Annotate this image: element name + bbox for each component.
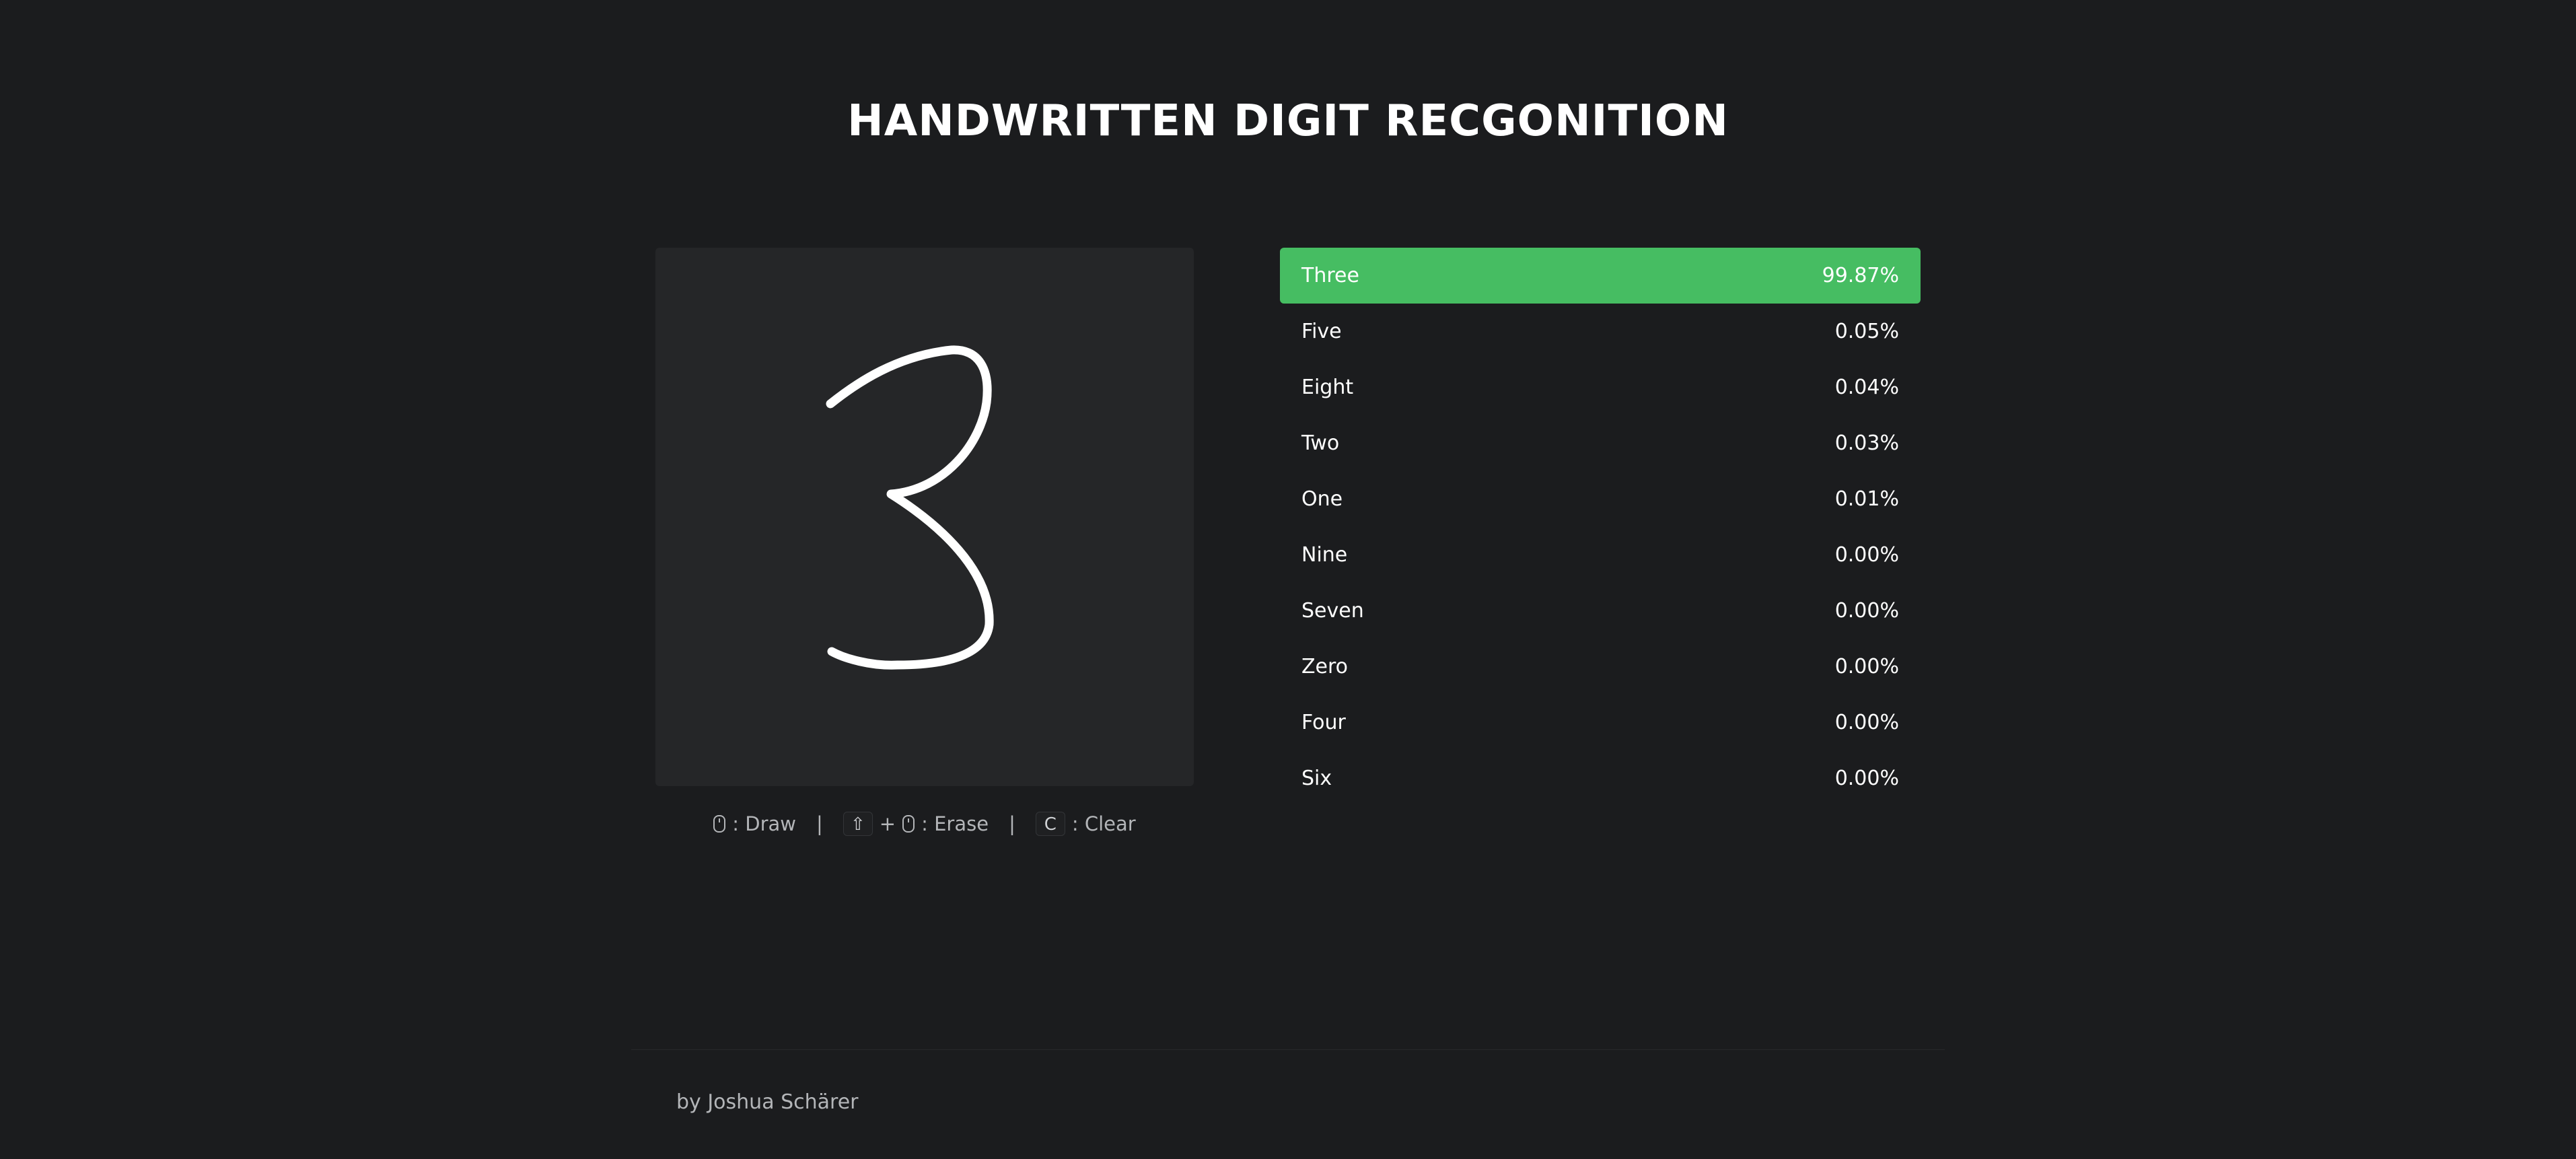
footer-author: by Joshua Schärer [676,1090,859,1114]
prediction-value: 0.04% [1834,376,1899,399]
prediction-label: One [1301,487,1343,511]
clear-hint: : Clear [1071,812,1136,835]
clear-key: C [1035,812,1065,836]
prediction-label: Nine [1301,543,1348,567]
prediction-label: Eight [1301,376,1354,399]
prediction-label: Four [1301,711,1346,734]
prediction-row: Nine 0.00% [1280,527,1921,583]
prediction-value: 99.87% [1822,264,1899,287]
separator: | [1009,812,1015,835]
prediction-label: Zero [1301,655,1349,678]
draw-hint: : Draw [732,812,797,835]
erase-hint: : Erase [921,812,989,835]
drawing-canvas[interactable] [655,248,1194,786]
prediction-value: 0.05% [1834,320,1899,343]
mouse-icon [902,815,915,833]
footer-divider [631,1049,1945,1050]
prediction-row: Six 0.00% [1280,750,1921,806]
controls-hint: : Draw | ⇧ + : Erase | C : Clear [655,805,1194,843]
prediction-label: Seven [1301,599,1364,623]
page-title: HANDWRITTEN DIGIT RECGONITION [847,96,1729,146]
prediction-value: 0.00% [1834,711,1899,734]
mouse-icon [713,815,726,833]
prediction-value: 0.01% [1834,487,1899,511]
prediction-list: Three 99.87% Five 0.05% Eight 0.04% Two … [1280,248,1921,806]
plus-sign: + [879,812,896,835]
prediction-row: Eight 0.04% [1280,359,1921,415]
prediction-row: Four 0.00% [1280,695,1921,750]
prediction-value: 0.00% [1834,767,1899,790]
prediction-row: Five 0.05% [1280,304,1921,359]
prediction-label: Three [1301,264,1359,287]
prediction-row: One 0.01% [1280,471,1921,527]
prediction-value: 0.00% [1834,599,1899,623]
prediction-row: Seven 0.00% [1280,583,1921,639]
prediction-row: Three 99.87% [1280,248,1921,304]
drawn-digit [826,345,994,670]
prediction-row: Zero 0.00% [1280,639,1921,695]
prediction-value: 0.00% [1834,543,1899,567]
prediction-value: 0.00% [1834,655,1899,678]
prediction-label: Six [1301,767,1332,790]
shift-key-icon: ⇧ [843,812,873,836]
prediction-value: 0.03% [1834,431,1899,455]
prediction-label: Five [1301,320,1342,343]
prediction-row: Two 0.03% [1280,415,1921,471]
prediction-label: Two [1301,431,1340,455]
separator: | [816,812,823,835]
